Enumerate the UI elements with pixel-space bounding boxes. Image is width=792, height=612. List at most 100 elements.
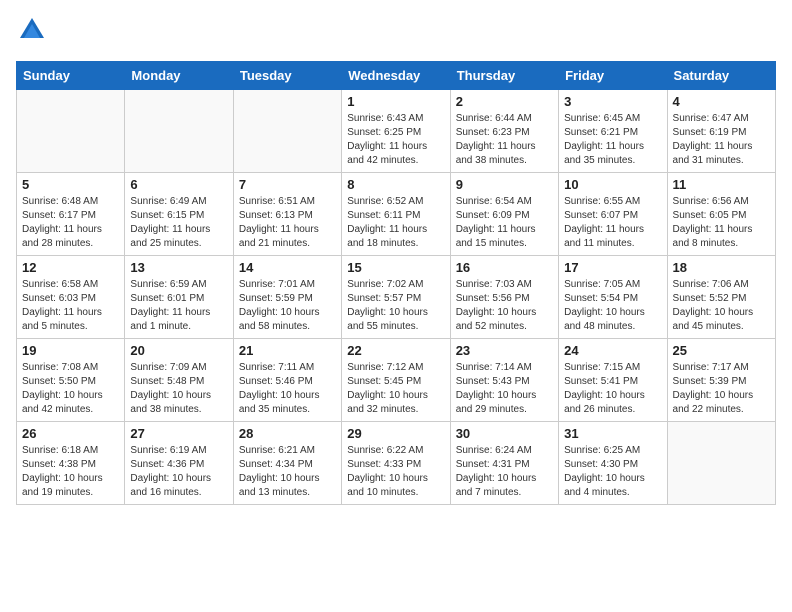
day-info: Sunrise: 6:48 AM Sunset: 6:17 PM Dayligh… bbox=[22, 195, 119, 251]
day-number: 28 bbox=[239, 426, 336, 441]
calendar-cell: 28 Sunrise: 6:21 AM Sunset: 4:34 PM Dayli… bbox=[233, 422, 341, 505]
day-info: Sunrise: 6:56 AM Sunset: 6:05 PM Dayligh… bbox=[673, 195, 770, 251]
day-info: Sunrise: 6:54 AM Sunset: 6:09 PM Dayligh… bbox=[456, 195, 553, 251]
day-number: 12 bbox=[22, 260, 119, 275]
calendar-cell: 12 Sunrise: 6:58 AM Sunset: 6:03 PM Dayli… bbox=[17, 256, 125, 339]
day-info: Sunrise: 6:19 AM Sunset: 4:36 PM Dayligh… bbox=[130, 444, 227, 500]
calendar-cell: 17Sunrise: 7:05 AM Sunset: 5:54 PM Dayli… bbox=[559, 256, 667, 339]
column-header-friday: Friday bbox=[559, 62, 667, 90]
calendar-cell: 30Sunrise: 6:24 AM Sunset: 4:31 PM Dayli… bbox=[450, 422, 558, 505]
calendar-cell bbox=[233, 90, 341, 173]
calendar-cell: 8 Sunrise: 6:52 AM Sunset: 6:11 PM Daylig… bbox=[342, 173, 450, 256]
day-number: 14 bbox=[239, 260, 336, 275]
day-info: Sunrise: 7:08 AM Sunset: 5:50 PM Dayligh… bbox=[22, 361, 119, 417]
calendar-cell: 10 Sunrise: 6:55 AM Sunset: 6:07 PM Dayli… bbox=[559, 173, 667, 256]
calendar-cell: 6Sunrise: 6:49 AM Sunset: 6:15 PM Daylig… bbox=[125, 173, 233, 256]
day-number: 6 bbox=[130, 177, 227, 192]
calendar-cell: 13 Sunrise: 6:59 AM Sunset: 6:01 PM Dayli… bbox=[125, 256, 233, 339]
calendar-cell: 19 Sunrise: 7:08 AM Sunset: 5:50 PM Dayli… bbox=[17, 339, 125, 422]
day-info: Sunrise: 6:43 AM Sunset: 6:25 PM Dayligh… bbox=[347, 112, 444, 168]
day-number: 4 bbox=[673, 94, 770, 109]
day-info: Sunrise: 6:22 AM Sunset: 4:33 PM Dayligh… bbox=[347, 444, 444, 500]
column-header-wednesday: Wednesday bbox=[342, 62, 450, 90]
day-info: Sunrise: 7:06 AM Sunset: 5:52 PM Dayligh… bbox=[673, 278, 770, 334]
day-number: 7 bbox=[239, 177, 336, 192]
calendar-table: SundayMondayTuesdayWednesdayThursdayFrid… bbox=[16, 61, 776, 505]
day-number: 22 bbox=[347, 343, 444, 358]
day-info: Sunrise: 7:12 AM Sunset: 5:45 PM Dayligh… bbox=[347, 361, 444, 417]
day-number: 18 bbox=[673, 260, 770, 275]
column-header-tuesday: Tuesday bbox=[233, 62, 341, 90]
day-info: Sunrise: 6:55 AM Sunset: 6:07 PM Dayligh… bbox=[564, 195, 661, 251]
calendar-cell: 31 Sunrise: 6:25 AM Sunset: 4:30 PM Dayli… bbox=[559, 422, 667, 505]
calendar-header-row: SundayMondayTuesdayWednesdayThursdayFrid… bbox=[17, 62, 776, 90]
calendar-cell: 20 Sunrise: 7:09 AM Sunset: 5:48 PM Dayli… bbox=[125, 339, 233, 422]
day-number: 10 bbox=[564, 177, 661, 192]
day-info: Sunrise: 6:44 AM Sunset: 6:23 PM Dayligh… bbox=[456, 112, 553, 168]
day-info: Sunrise: 6:58 AM Sunset: 6:03 PM Dayligh… bbox=[22, 278, 119, 334]
calendar-cell: 11 Sunrise: 6:56 AM Sunset: 6:05 PM Dayli… bbox=[667, 173, 775, 256]
day-number: 16 bbox=[456, 260, 553, 275]
calendar-week-2: 5 Sunrise: 6:48 AM Sunset: 6:17 PM Daylig… bbox=[17, 173, 776, 256]
day-info: Sunrise: 6:18 AM Sunset: 4:38 PM Dayligh… bbox=[22, 444, 119, 500]
day-info: Sunrise: 7:05 AM Sunset: 5:54 PM Dayligh… bbox=[564, 278, 661, 334]
calendar-cell bbox=[667, 422, 775, 505]
logo bbox=[16, 16, 46, 49]
calendar-cell bbox=[125, 90, 233, 173]
day-number: 9 bbox=[456, 177, 553, 192]
calendar-cell: 5 Sunrise: 6:48 AM Sunset: 6:17 PM Daylig… bbox=[17, 173, 125, 256]
day-number: 19 bbox=[22, 343, 119, 358]
calendar-cell: 27Sunrise: 6:19 AM Sunset: 4:36 PM Dayli… bbox=[125, 422, 233, 505]
day-number: 24 bbox=[564, 343, 661, 358]
page-header bbox=[16, 16, 776, 49]
day-number: 23 bbox=[456, 343, 553, 358]
calendar-cell: 22 Sunrise: 7:12 AM Sunset: 5:45 PM Dayli… bbox=[342, 339, 450, 422]
calendar-cell: 7Sunrise: 6:51 AM Sunset: 6:13 PM Daylig… bbox=[233, 173, 341, 256]
day-number: 13 bbox=[130, 260, 227, 275]
day-number: 31 bbox=[564, 426, 661, 441]
day-number: 26 bbox=[22, 426, 119, 441]
day-info: Sunrise: 6:59 AM Sunset: 6:01 PM Dayligh… bbox=[130, 278, 227, 334]
calendar-cell bbox=[17, 90, 125, 173]
calendar-cell: 16 Sunrise: 7:03 AM Sunset: 5:56 PM Dayli… bbox=[450, 256, 558, 339]
day-number: 8 bbox=[347, 177, 444, 192]
calendar-cell: 9 Sunrise: 6:54 AM Sunset: 6:09 PM Daylig… bbox=[450, 173, 558, 256]
day-number: 29 bbox=[347, 426, 444, 441]
column-header-monday: Monday bbox=[125, 62, 233, 90]
calendar-cell: 23 Sunrise: 7:14 AM Sunset: 5:43 PM Dayli… bbox=[450, 339, 558, 422]
day-number: 25 bbox=[673, 343, 770, 358]
calendar-week-5: 26 Sunrise: 6:18 AM Sunset: 4:38 PM Dayli… bbox=[17, 422, 776, 505]
calendar-cell: 21 Sunrise: 7:11 AM Sunset: 5:46 PM Dayli… bbox=[233, 339, 341, 422]
calendar-cell: 1 Sunrise: 6:43 AM Sunset: 6:25 PM Daylig… bbox=[342, 90, 450, 173]
calendar-cell: 18 Sunrise: 7:06 AM Sunset: 5:52 PM Dayli… bbox=[667, 256, 775, 339]
day-info: Sunrise: 6:25 AM Sunset: 4:30 PM Dayligh… bbox=[564, 444, 661, 500]
calendar-cell: 4 Sunrise: 6:47 AM Sunset: 6:19 PM Daylig… bbox=[667, 90, 775, 173]
day-number: 21 bbox=[239, 343, 336, 358]
calendar-week-3: 12 Sunrise: 6:58 AM Sunset: 6:03 PM Dayli… bbox=[17, 256, 776, 339]
day-info: Sunrise: 7:11 AM Sunset: 5:46 PM Dayligh… bbox=[239, 361, 336, 417]
day-info: Sunrise: 6:21 AM Sunset: 4:34 PM Dayligh… bbox=[239, 444, 336, 500]
calendar-cell: 14Sunrise: 7:01 AM Sunset: 5:59 PM Dayli… bbox=[233, 256, 341, 339]
calendar-week-4: 19 Sunrise: 7:08 AM Sunset: 5:50 PM Dayli… bbox=[17, 339, 776, 422]
day-number: 11 bbox=[673, 177, 770, 192]
day-number: 1 bbox=[347, 94, 444, 109]
day-number: 5 bbox=[22, 177, 119, 192]
column-header-sunday: Sunday bbox=[17, 62, 125, 90]
calendar-cell: 15Sunrise: 7:02 AM Sunset: 5:57 PM Dayli… bbox=[342, 256, 450, 339]
calendar-cell: 29 Sunrise: 6:22 AM Sunset: 4:33 PM Dayli… bbox=[342, 422, 450, 505]
calendar-cell: 3Sunrise: 6:45 AM Sunset: 6:21 PM Daylig… bbox=[559, 90, 667, 173]
day-number: 2 bbox=[456, 94, 553, 109]
day-info: Sunrise: 7:09 AM Sunset: 5:48 PM Dayligh… bbox=[130, 361, 227, 417]
day-info: Sunrise: 7:02 AM Sunset: 5:57 PM Dayligh… bbox=[347, 278, 444, 334]
day-info: Sunrise: 6:45 AM Sunset: 6:21 PM Dayligh… bbox=[564, 112, 661, 168]
calendar-cell: 25Sunrise: 7:17 AM Sunset: 5:39 PM Dayli… bbox=[667, 339, 775, 422]
calendar-week-1: 1 Sunrise: 6:43 AM Sunset: 6:25 PM Daylig… bbox=[17, 90, 776, 173]
day-info: Sunrise: 7:14 AM Sunset: 5:43 PM Dayligh… bbox=[456, 361, 553, 417]
day-info: Sunrise: 6:52 AM Sunset: 6:11 PM Dayligh… bbox=[347, 195, 444, 251]
calendar-cell: 24Sunrise: 7:15 AM Sunset: 5:41 PM Dayli… bbox=[559, 339, 667, 422]
day-info: Sunrise: 6:47 AM Sunset: 6:19 PM Dayligh… bbox=[673, 112, 770, 168]
logo-icon bbox=[18, 16, 46, 44]
day-info: Sunrise: 7:03 AM Sunset: 5:56 PM Dayligh… bbox=[456, 278, 553, 334]
day-info: Sunrise: 6:24 AM Sunset: 4:31 PM Dayligh… bbox=[456, 444, 553, 500]
day-number: 20 bbox=[130, 343, 227, 358]
